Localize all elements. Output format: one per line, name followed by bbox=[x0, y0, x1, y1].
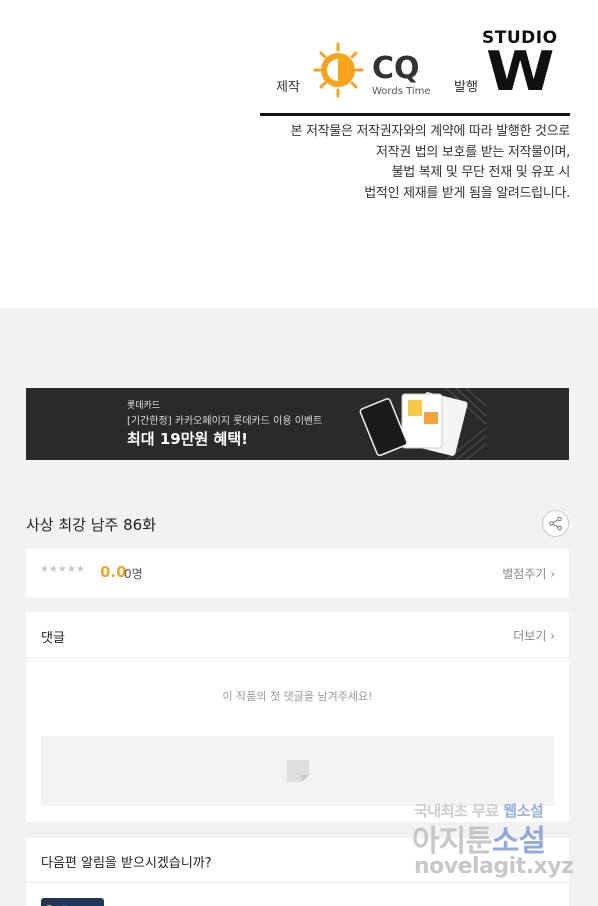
banner-headline: 최대 19만원 혜택! bbox=[127, 430, 248, 448]
rate-button[interactable]: 별점주기 › bbox=[502, 565, 555, 582]
svg-text:CQ: CQ bbox=[372, 51, 420, 86]
star-rating-icon[interactable]: ★★★★★ bbox=[40, 564, 85, 575]
credits-block: 제작 CQ Words Time 발행 STUDIO W bbox=[260, 28, 570, 116]
copyright-notice: 본 저작물은 저작권자와의 계약에 따라 발행한 것으로 저작권 법의 보호를 … bbox=[290, 122, 570, 204]
publisher-label: 발행 bbox=[454, 80, 478, 95]
rating-score: 0.0 bbox=[100, 563, 127, 581]
comments-title: 댓글 bbox=[41, 631, 65, 646]
copyright-line: 불법 복제 및 무단 전재 및 유포 시 bbox=[391, 165, 571, 180]
notify-card: 다음편 알림을 받으시겠습니까? bbox=[26, 838, 569, 906]
copyright-line: 본 저작물은 저작권자와의 계약에 따라 발행한 것으로 bbox=[290, 124, 570, 139]
comments-header: 댓글 더보기 › bbox=[26, 612, 569, 658]
banner-brand: 롯데카드 bbox=[127, 401, 161, 411]
comments-card: 댓글 더보기 › 이 작품의 첫 댓글을 남겨주세요! bbox=[26, 612, 569, 822]
notify-title: 다음편 알림을 받으시겠습니까? bbox=[41, 856, 212, 871]
episode-title: 사상 최강 남주 86화 bbox=[26, 516, 156, 534]
share-icon bbox=[549, 516, 562, 531]
thumbnail-image bbox=[41, 901, 104, 906]
rating-card: ★★★★★ 0.0 0명 별점주기 › bbox=[26, 549, 569, 597]
producer-logo: CQ Words Time bbox=[312, 42, 431, 98]
banner-subtitle: [기간한정] 카카오페이지 롯데카드 이용 이벤트 bbox=[127, 416, 323, 427]
svg-text:Words Time: Words Time bbox=[372, 86, 430, 97]
publisher-logo: STUDIO W bbox=[482, 28, 557, 104]
promo-banner[interactable]: 롯데카드 [기간한정] 카카오페이지 롯데카드 이용 이벤트 최대 19만원 혜… bbox=[26, 388, 569, 460]
notify-header: 다음편 알림을 받으시겠습니까? bbox=[26, 838, 569, 883]
comment-input-area[interactable] bbox=[41, 736, 554, 806]
sun-icon bbox=[313, 42, 364, 98]
next-episode-thumbnail[interactable] bbox=[41, 898, 104, 906]
made-by-label: 제작 bbox=[276, 80, 300, 95]
comments-more-link[interactable]: 더보기 › bbox=[513, 627, 555, 644]
card-illustration-icon bbox=[359, 388, 486, 460]
copyright-line: 저작권 법의 보호를 받는 저작물이며, bbox=[375, 144, 570, 160]
note-icon bbox=[287, 760, 309, 782]
comments-empty-message: 이 작품의 첫 댓글을 남겨주세요! bbox=[222, 690, 373, 703]
top-section: 제작 CQ Words Time 발행 STUDIO W 본 저작물은 저작권자… bbox=[0, 0, 598, 308]
copyright-line: 법적인 제재를 받게 됨을 알려드립니다. bbox=[364, 185, 570, 201]
share-button[interactable] bbox=[542, 510, 569, 537]
publisher-logo-main: W bbox=[486, 40, 555, 103]
rating-count: 0명 bbox=[124, 567, 143, 581]
